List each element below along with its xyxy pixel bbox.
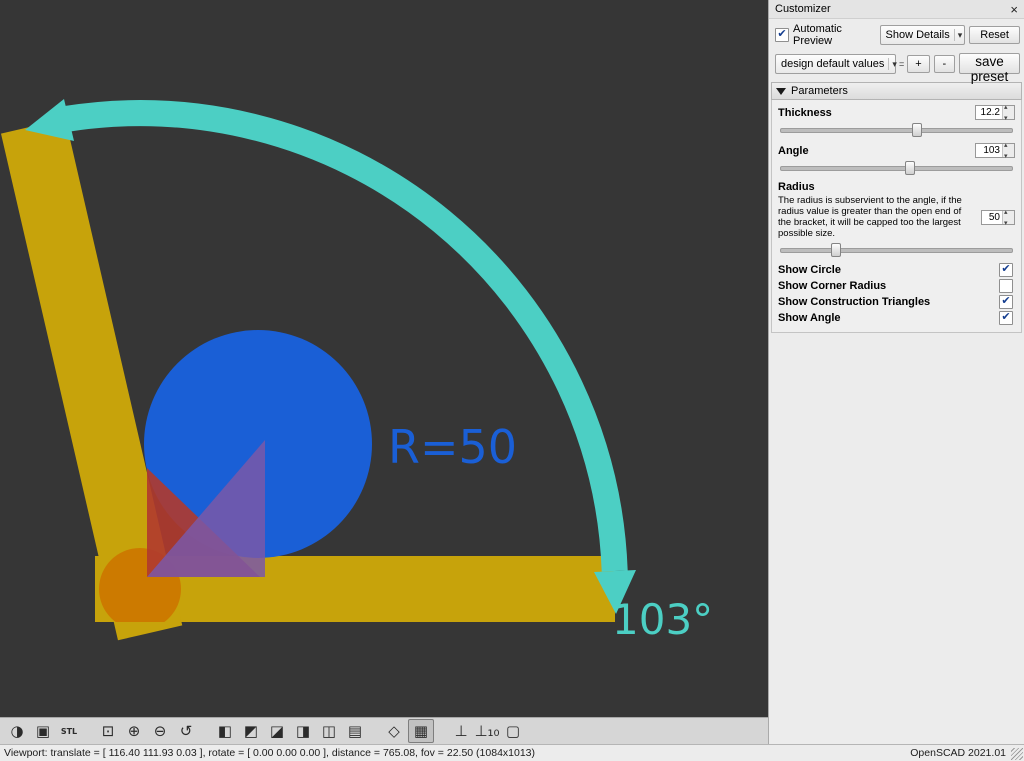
close-icon[interactable]: × bbox=[1010, 3, 1018, 16]
angle-slider-handle[interactable] bbox=[905, 161, 915, 175]
parameters-header-label: Parameters bbox=[791, 85, 848, 97]
customizer-title: Customizer bbox=[775, 3, 1010, 15]
status-bar: Viewport: translate = [ 116.40 111.93 0.… bbox=[0, 744, 1024, 761]
thickness-slider-handle[interactable] bbox=[912, 123, 922, 137]
radius-description: The radius is subservient to the angle, … bbox=[778, 195, 977, 239]
angle-label: 103° bbox=[612, 595, 713, 644]
show-corner-radius-label: Show Corner Radius bbox=[778, 280, 886, 292]
show-axes-icon[interactable]: ⊥ bbox=[449, 720, 473, 742]
view-all-icon[interactable]: ▢ bbox=[501, 720, 525, 742]
angle-label: Angle bbox=[778, 145, 809, 157]
radius-description-row: The radius is subservient to the angle, … bbox=[778, 194, 1015, 241]
view-top-icon[interactable]: ◩ bbox=[239, 720, 263, 742]
thickness-slider[interactable] bbox=[780, 123, 1013, 137]
parameters-header[interactable]: Parameters bbox=[771, 82, 1022, 100]
angle-value: 103 bbox=[976, 144, 1002, 157]
openscad-window: R=50 103° ◑▣STL ⊡⊕⊖↺ ◧◩◪◨◫▤ ◇▦ ⊥⊥₁₀▢ Customi… bbox=[0, 0, 1024, 761]
preset-dropdown-value: design default values bbox=[781, 58, 884, 70]
view-diagonal-icon[interactable]: ◇ bbox=[382, 720, 406, 742]
save-preset-button[interactable]: save preset bbox=[959, 53, 1020, 74]
thickness-value: 12.2 bbox=[976, 106, 1002, 119]
view-left-icon[interactable]: ◨ bbox=[291, 720, 315, 742]
angle-row: Angle 103 bbox=[778, 142, 1015, 159]
show-corner-radius-checkbox[interactable] bbox=[999, 279, 1013, 293]
collapse-triangle-icon bbox=[776, 88, 786, 95]
app-version-text: OpenSCAD 2021.01 bbox=[910, 747, 1006, 759]
details-dropdown-value: Show Details bbox=[886, 29, 950, 41]
viewport-toolbar: ◑▣STL ⊡⊕⊖↺ ◧◩◪◨◫▤ ◇▦ ⊥⊥₁₀▢ bbox=[0, 717, 768, 744]
thickness-label: Thickness bbox=[778, 107, 832, 119]
slider-track bbox=[780, 248, 1013, 253]
export-stl-icon[interactable]: STL bbox=[57, 720, 81, 742]
angle-slider[interactable] bbox=[780, 161, 1013, 175]
resize-grip-icon[interactable] bbox=[1011, 748, 1023, 760]
radius-label: R=50 bbox=[388, 420, 517, 474]
render-icon[interactable]: ▣ bbox=[31, 720, 55, 742]
radius-value: 50 bbox=[982, 211, 1002, 224]
show-circle-label: Show Circle bbox=[778, 264, 841, 276]
view-bottom-icon[interactable]: ◪ bbox=[265, 720, 289, 742]
slider-track bbox=[780, 128, 1013, 133]
reset-button[interactable]: Reset bbox=[969, 26, 1020, 44]
3d-viewport-canvas[interactable]: R=50 103° bbox=[0, 0, 768, 717]
show-construction-triangles-row: Show Construction Triangles bbox=[778, 294, 1015, 310]
add-preset-button[interactable]: + bbox=[907, 55, 929, 73]
spinner-arrows-icon[interactable] bbox=[1002, 144, 1014, 157]
preset-dropdown[interactable]: design default values bbox=[775, 54, 896, 74]
reset-view-icon[interactable]: ↺ bbox=[174, 720, 198, 742]
zoom-out-icon[interactable]: ⊖ bbox=[148, 720, 172, 742]
details-dropdown[interactable]: Show Details bbox=[880, 25, 966, 45]
view-back-icon[interactable]: ▤ bbox=[343, 720, 367, 742]
show-corner-radius-row: Show Corner Radius bbox=[778, 278, 1015, 294]
radius-slider-handle[interactable] bbox=[831, 243, 841, 257]
show-angle-label: Show Angle bbox=[778, 312, 841, 324]
radius-spinbox[interactable]: 50 bbox=[981, 210, 1015, 225]
zoom-in-icon[interactable]: ⊕ bbox=[122, 720, 146, 742]
spinner-arrows-icon[interactable] bbox=[1002, 211, 1014, 224]
zoom-all-icon[interactable]: ⊡ bbox=[96, 720, 120, 742]
spinner-arrows-icon[interactable] bbox=[1002, 106, 1014, 119]
show-angle-checkbox[interactable] bbox=[999, 311, 1013, 325]
perspective-icon[interactable]: ▦ bbox=[408, 719, 434, 743]
customizer-titlebar: Customizer × bbox=[769, 0, 1024, 19]
show-angle-row: Show Angle bbox=[778, 310, 1015, 326]
chevron-down-icon bbox=[954, 29, 963, 41]
show-circle-checkbox[interactable] bbox=[999, 263, 1013, 277]
view-right-icon[interactable]: ◧ bbox=[213, 720, 237, 742]
chevron-down-icon bbox=[888, 58, 897, 70]
show-circle-row: Show Circle bbox=[778, 262, 1015, 278]
customizer-panel: Customizer × Automatic Preview Show Deta… bbox=[768, 0, 1024, 744]
thickness-spinbox[interactable]: 12.2 bbox=[975, 105, 1015, 120]
viewport-status-text: Viewport: translate = [ 116.40 111.93 0.… bbox=[4, 747, 910, 759]
radius-slider[interactable] bbox=[780, 243, 1013, 257]
customizer-options-row: Automatic Preview Show Details Reset bbox=[769, 19, 1024, 49]
parameters-body: Thickness 12.2 Angle 103 bbox=[771, 100, 1022, 333]
show-scale-markers-icon[interactable]: ⊥₁₀ bbox=[475, 720, 499, 742]
slider-track bbox=[780, 166, 1013, 171]
automatic-preview-checkbox[interactable] bbox=[775, 28, 789, 42]
preview-icon[interactable]: ◑ bbox=[5, 720, 29, 742]
radius-row: Radius bbox=[778, 180, 1015, 194]
radius-label: Radius bbox=[778, 181, 815, 193]
angle-spinbox[interactable]: 103 bbox=[975, 143, 1015, 158]
remove-preset-button[interactable]: - bbox=[934, 55, 955, 73]
preset-row: design default values = + - save preset bbox=[769, 49, 1024, 76]
automatic-preview-label: Automatic Preview bbox=[793, 23, 876, 47]
3d-viewport[interactable]: R=50 103° ◑▣STL ⊡⊕⊖↺ ◧◩◪◨◫▤ ◇▦ ⊥⊥₁₀▢ bbox=[0, 0, 768, 744]
view-front-icon[interactable]: ◫ bbox=[317, 720, 341, 742]
show-construction-triangles-checkbox[interactable] bbox=[999, 295, 1013, 309]
thickness-row: Thickness 12.2 bbox=[778, 104, 1015, 121]
show-construction-triangles-label: Show Construction Triangles bbox=[778, 296, 930, 308]
equals-label: = bbox=[899, 59, 904, 69]
